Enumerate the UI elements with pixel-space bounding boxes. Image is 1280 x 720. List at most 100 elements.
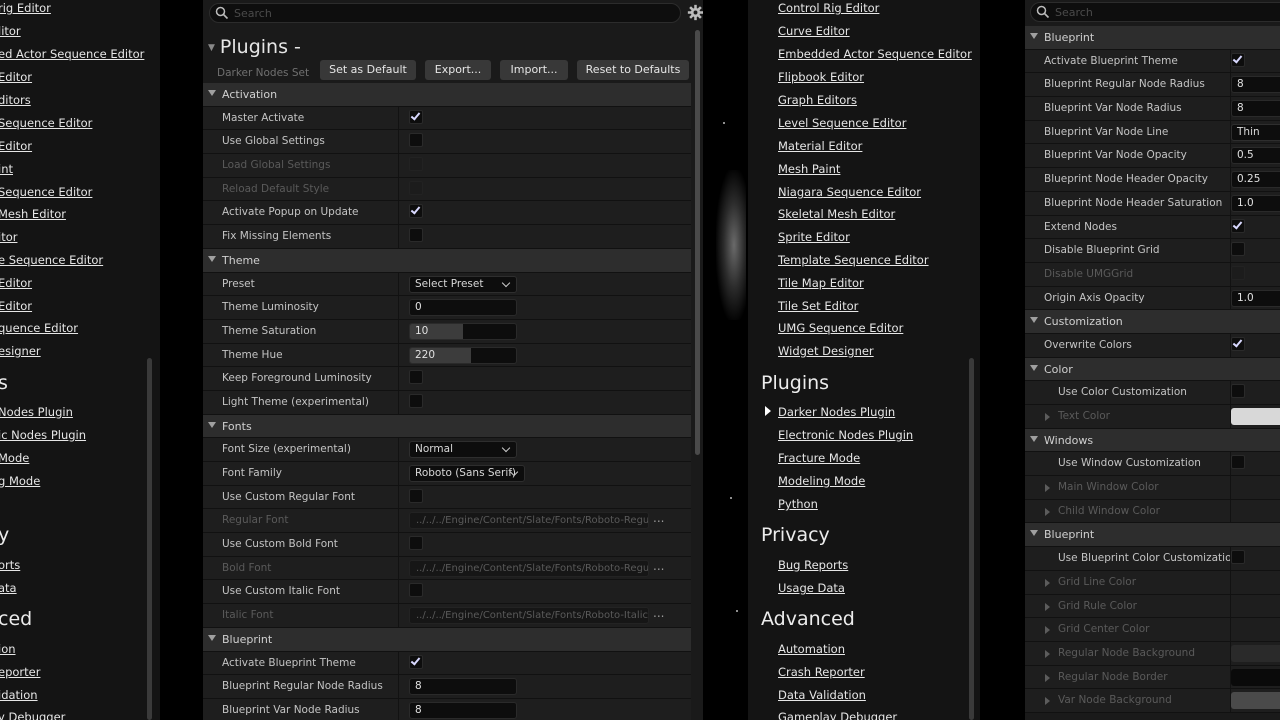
nav-scrollbar[interactable] <box>969 358 974 720</box>
theme-saturation-slider[interactable]: 10 <box>409 322 517 340</box>
use-blueprint-color-customization-checkbox[interactable] <box>1231 550 1245 565</box>
extend-nodes-checkbox[interactable] <box>1231 218 1245 233</box>
nav-link[interactable]: Sequence Editor <box>0 185 92 199</box>
nav-link[interactable]: Automation <box>778 642 845 656</box>
category-blueprint-colors[interactable]: Blueprint <box>1025 523 1280 548</box>
light-theme-checkbox[interactable] <box>409 393 423 408</box>
category-blueprint[interactable]: Blueprint <box>1025 26 1280 50</box>
use-global-settings-checkbox[interactable] <box>409 133 423 148</box>
node-header-opacity-input[interactable]: 0.25 <box>1231 171 1280 189</box>
nav-link[interactable]: Editor <box>0 70 32 84</box>
origin-axis-opacity-input[interactable]: 1.0 <box>1231 289 1280 307</box>
nav-link[interactable]: e Sequence Editor <box>0 253 103 267</box>
category-activation[interactable]: Activation <box>203 83 691 107</box>
collapse-arrow-icon[interactable]: ▼ <box>208 43 215 53</box>
font-size-dropdown[interactable]: Normal <box>409 441 517 459</box>
nav-link[interactable]: g Mode <box>0 474 40 488</box>
use-custom-regular-font-checkbox[interactable] <box>409 488 423 503</box>
nav-link[interactable]: litor <box>0 24 21 38</box>
nav-link[interactable]: Mesh Editor <box>0 207 66 221</box>
nav-link[interactable]: Editor <box>0 276 32 290</box>
activate-popup-checkbox[interactable] <box>409 204 423 219</box>
nav-link[interactable]: Modeling Mode <box>778 474 865 488</box>
chevron-right-icon[interactable] <box>1045 626 1050 635</box>
nav-link[interactable]: Level Sequence Editor <box>778 116 906 130</box>
nav-link[interactable]: Python <box>778 497 818 511</box>
use-custom-italic-font-checkbox[interactable] <box>409 583 423 598</box>
overwrite-colors-checkbox[interactable] <box>1231 336 1245 351</box>
nav-link[interactable]: rig Editor <box>0 1 51 15</box>
nav-link[interactable]: y Debugger <box>0 710 65 720</box>
search-box[interactable] <box>209 3 681 23</box>
category-fonts[interactable]: Fonts <box>203 414 691 439</box>
chevron-right-icon[interactable] <box>1045 578 1050 587</box>
nav-link[interactable]: Usage Data <box>778 581 845 595</box>
search-input[interactable] <box>1055 4 1275 20</box>
disable-blueprint-grid-checkbox[interactable] <box>1231 242 1245 257</box>
nav-link[interactable]: Material Editor <box>778 139 862 153</box>
nav-link[interactable]: Curve Editor <box>778 24 850 38</box>
regular-node-radius-input[interactable]: 8 <box>409 678 517 696</box>
category-theme[interactable]: Theme <box>203 248 691 273</box>
nav-link[interactable]: Sprite Editor <box>778 230 850 244</box>
nav-link[interactable]: Skeletal Mesh Editor <box>778 207 895 221</box>
browse-button[interactable]: ... <box>653 606 664 620</box>
var-node-radius-input[interactable]: 8 <box>1231 100 1280 118</box>
chevron-right-icon[interactable] <box>1045 484 1050 493</box>
nav-link[interactable]: Control Rig Editor <box>778 1 879 15</box>
nav-link[interactable]: orts <box>0 558 20 572</box>
settings-scrollbar[interactable] <box>695 30 700 455</box>
master-activate-checkbox[interactable] <box>409 109 423 124</box>
nav-link[interactable]: Tile Set Editor <box>778 299 858 313</box>
nav-link[interactable]: ed Actor Sequence Editor <box>0 47 144 61</box>
nav-link-darker-nodes[interactable]: Darker Nodes Plugin <box>778 405 895 419</box>
nav-link[interactable]: Sequence Editor <box>0 116 92 130</box>
nav-link[interactable]: Template Sequence Editor <box>778 253 929 267</box>
chevron-right-icon[interactable] <box>1045 602 1050 611</box>
color-swatch[interactable] <box>1231 668 1280 686</box>
nav-link[interactable]: itor <box>0 230 17 244</box>
set-as-default-button[interactable]: Set as Default <box>320 60 416 80</box>
use-custom-bold-font-checkbox[interactable] <box>409 536 423 551</box>
chevron-right-icon[interactable] <box>1045 673 1050 682</box>
nav-link[interactable]: ditors <box>0 93 31 107</box>
nav-link[interactable]: ic Nodes Plugin <box>0 428 86 442</box>
activate-blueprint-theme-checkbox[interactable] <box>1231 52 1245 67</box>
text-color-swatch[interactable] <box>1231 408 1280 425</box>
fix-missing-elements-checkbox[interactable] <box>409 228 423 243</box>
nav-link[interactable]: ion <box>0 642 16 656</box>
nav-link[interactable]: quence Editor <box>0 321 78 335</box>
nav-link[interactable]: Widget Designer <box>778 344 874 358</box>
nav-link[interactable]: Mode <box>0 451 29 465</box>
nav-link[interactable]: Bug Reports <box>778 558 848 572</box>
preset-dropdown[interactable]: Select Preset <box>409 275 517 293</box>
nav-link[interactable]: Gameplay Debugger <box>778 710 897 720</box>
category-customization[interactable]: Customization <box>1025 310 1280 334</box>
theme-luminosity-slider[interactable]: 0 <box>409 299 517 317</box>
nav-link[interactable]: Data Validation <box>778 688 866 702</box>
color-swatch[interactable] <box>1231 692 1280 710</box>
nav-link[interactable]: idation <box>0 688 38 702</box>
node-header-saturation-input[interactable]: 1.0 <box>1231 194 1280 212</box>
color-swatch[interactable] <box>1231 644 1280 662</box>
theme-hue-slider[interactable]: 220 <box>409 346 517 364</box>
browse-button[interactable]: ... <box>653 511 664 525</box>
use-window-customization-checkbox[interactable] <box>1231 455 1245 470</box>
var-node-line-dropdown[interactable]: Thin <box>1231 123 1280 141</box>
var-node-radius-input[interactable]: 8 <box>409 701 517 719</box>
chevron-right-icon[interactable] <box>1045 649 1050 658</box>
reset-to-defaults-button[interactable]: Reset to Defaults <box>577 60 689 80</box>
use-color-customization-checkbox[interactable] <box>1231 384 1245 399</box>
left-scrollbar[interactable] <box>147 358 152 720</box>
keep-foreground-checkbox[interactable] <box>409 370 423 385</box>
nav-link[interactable]: Editor <box>0 299 32 313</box>
chevron-right-icon[interactable] <box>1045 413 1050 421</box>
browse-button[interactable]: ... <box>653 559 664 573</box>
nav-link[interactable]: ata <box>0 581 17 595</box>
nav-link[interactable]: Niagara Sequence Editor <box>778 185 921 199</box>
regular-node-radius-input[interactable]: 8 <box>1231 76 1280 94</box>
nav-link[interactable]: Embedded Actor Sequence Editor <box>778 47 972 61</box>
category-blueprint[interactable]: Blueprint <box>203 627 691 652</box>
activate-blueprint-theme-checkbox[interactable] <box>409 654 423 669</box>
category-windows[interactable]: Windows <box>1025 428 1280 453</box>
